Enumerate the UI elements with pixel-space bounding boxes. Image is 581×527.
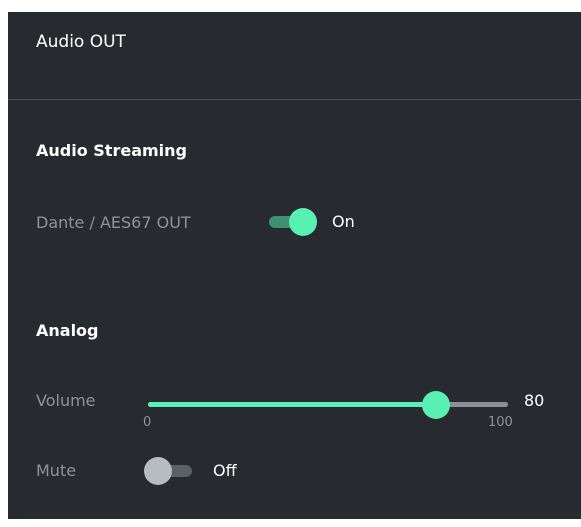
volume-slider[interactable] xyxy=(148,390,508,419)
volume-max-tick: 100 xyxy=(488,415,513,430)
audio-streaming-title: Audio Streaming xyxy=(36,141,187,160)
panel-title: Audio OUT xyxy=(36,32,126,52)
dante-toggle-knob[interactable] xyxy=(289,208,317,236)
dante-label: Dante / AES67 OUT xyxy=(36,213,191,232)
volume-thumb[interactable] xyxy=(422,391,450,419)
audio-out-panel: Audio OUT Audio Streaming Dante / AES67 … xyxy=(8,12,581,519)
mute-state: Off xyxy=(213,461,237,480)
volume-fill xyxy=(148,402,436,407)
volume-value: 80 xyxy=(524,391,545,410)
mute-label: Mute xyxy=(36,461,77,480)
volume-label: Volume xyxy=(36,391,96,410)
mute-toggle[interactable] xyxy=(144,457,196,485)
analog-title: Analog xyxy=(36,321,99,340)
dante-state: On xyxy=(332,212,355,231)
volume-min-tick: 0 xyxy=(143,415,152,430)
mute-toggle-knob[interactable] xyxy=(144,457,172,485)
dante-toggle[interactable] xyxy=(265,208,317,236)
panel-header: Audio OUT xyxy=(8,12,581,100)
